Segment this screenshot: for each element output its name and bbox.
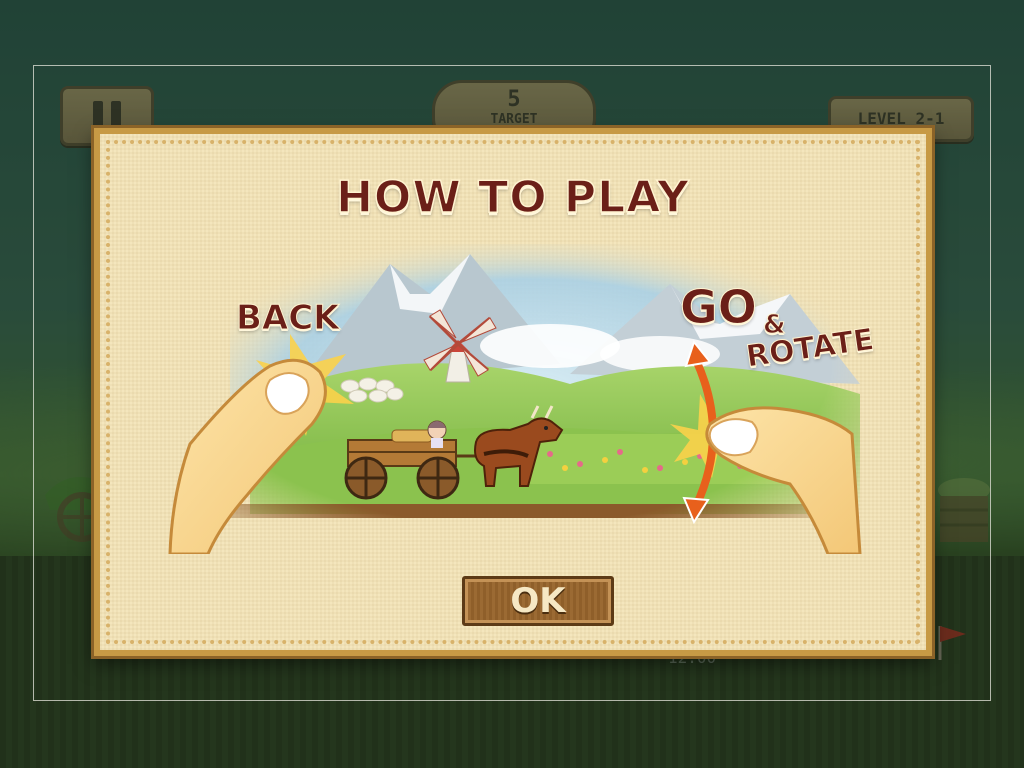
how-to-play-dialog: HOW TO PLAY BACK GO & ROTATE OK [94, 128, 932, 656]
ok-button[interactable]: OK [462, 576, 614, 626]
go-label: GO [680, 280, 758, 335]
dirt-road [230, 504, 830, 518]
back-label: BACK [236, 298, 341, 339]
